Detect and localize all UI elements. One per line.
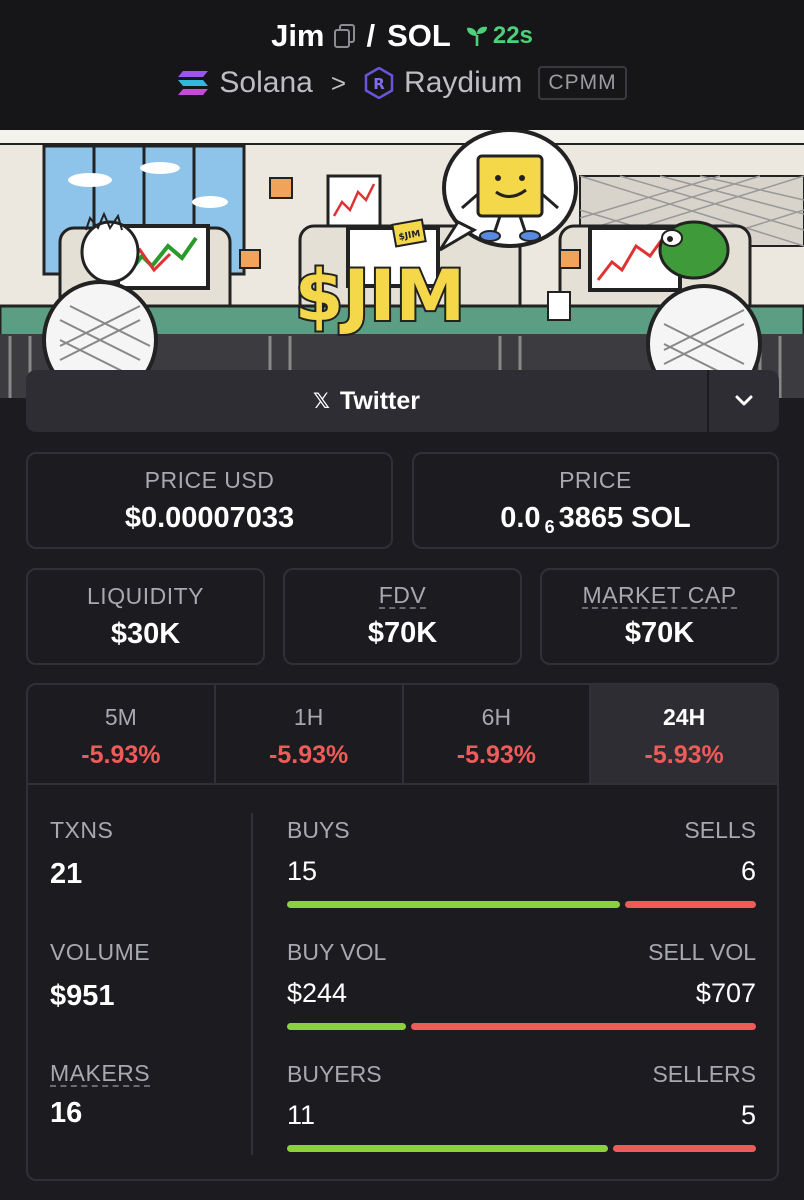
tab-1h[interactable]: 1H -5.93% xyxy=(216,685,404,783)
buys-bar-segment xyxy=(287,901,620,908)
volume-stat: VOLUME $951 xyxy=(50,939,150,1013)
sell-vol-label: SELL VOL xyxy=(648,939,756,965)
breadcrumb-separator: > xyxy=(330,67,347,98)
buyers-label: BUYERS xyxy=(287,1061,382,1087)
price-native-prefix: 0.0 xyxy=(500,502,541,534)
liquidity-value: $30K xyxy=(110,618,181,650)
chevron-down-icon xyxy=(735,395,753,406)
price-native-zero-count: 6 xyxy=(544,517,555,537)
price-usd-label: PRICE USD xyxy=(144,467,275,493)
timeframe-tabs: 5M -5.93% 1H -5.93% 6H -5.93% 24H -5.93% xyxy=(28,685,777,785)
makers-value: 16 xyxy=(50,1097,83,1129)
buyers-sellers-bar xyxy=(287,1145,756,1152)
raydium-icon: R xyxy=(364,67,394,99)
sell-vol-bar-segment xyxy=(410,1023,756,1030)
tab-change: -5.93% xyxy=(644,741,724,769)
social-links-bar: 𝕏 Twitter xyxy=(26,370,779,432)
price-native-suffix: 3865 SOL xyxy=(558,502,691,534)
buys-label: BUYS xyxy=(287,817,350,843)
buys-value: 15 xyxy=(287,856,318,886)
market-cap-label[interactable]: MARKET CAP xyxy=(582,583,737,609)
buy-vol-value: $244 xyxy=(287,978,348,1008)
fdv-value: $70K xyxy=(367,617,438,649)
price-native-label: PRICE xyxy=(559,467,632,493)
token-banner: $JIM $JIM xyxy=(0,130,804,398)
twitter-label: Twitter xyxy=(339,386,420,415)
copy-icon[interactable] xyxy=(333,23,357,49)
quote-symbol: SOL xyxy=(387,18,451,53)
svg-text:R: R xyxy=(373,75,385,93)
makers-label[interactable]: MAKERS xyxy=(50,1061,151,1087)
price-usd-card: PRICE USD $0.00007033 xyxy=(26,452,393,549)
links-dropdown-button[interactable] xyxy=(707,370,779,432)
sell-vol-value: $707 xyxy=(695,978,756,1008)
volume-value: $951 xyxy=(50,980,115,1012)
price-native-value: 0.0 6 3865 SOL xyxy=(414,502,777,538)
solana-icon xyxy=(177,70,209,96)
liquidity-card: LIQUIDITY $30K xyxy=(26,568,265,665)
buy-sell-volume-stat: BUY VOL SELL VOL $244 $707 xyxy=(287,939,756,1030)
buyers-sellers-stat: BUYERS SELLERS 11 5 xyxy=(287,1061,756,1152)
txns-stat: TXNS 21 xyxy=(50,817,113,891)
liquidity-label: LIQUIDITY xyxy=(87,583,204,609)
buyers-value: 11 xyxy=(287,1100,316,1130)
buy-vol-label: BUY VOL xyxy=(287,939,387,965)
fdv-label[interactable]: FDV xyxy=(378,583,427,609)
tab-change: -5.93% xyxy=(269,741,349,769)
sellers-label: SELLERS xyxy=(652,1061,756,1087)
pair-age: 22s xyxy=(465,22,533,50)
x-logo-icon: 𝕏 xyxy=(312,389,330,413)
market-cap-card[interactable]: MARKET CAP $70K xyxy=(540,568,779,665)
pool-type-badge: CPMM xyxy=(538,66,627,100)
tab-label: 5M xyxy=(104,704,137,730)
pair-slash: / xyxy=(366,18,376,53)
pair-title: Jim / SOL 22s xyxy=(0,18,804,54)
buy-vol-bar-segment xyxy=(287,1023,406,1030)
token-symbol: Jim xyxy=(271,18,325,53)
txns-value: 21 xyxy=(50,858,83,890)
price-native-card: PRICE 0.0 6 3865 SOL xyxy=(412,452,779,549)
buy-sell-volume-bar xyxy=(287,1023,756,1030)
fdv-card[interactable]: FDV $70K xyxy=(283,568,522,665)
txns-label: TXNS xyxy=(50,817,114,843)
tab-6h[interactable]: 6H -5.93% xyxy=(404,685,592,783)
buys-sells-stat: BUYS SELLS 15 6 xyxy=(287,817,756,908)
breadcrumb: Solana > R Raydium CPMM xyxy=(0,66,804,100)
sprout-icon xyxy=(466,26,487,46)
price-usd-value: $0.00007033 xyxy=(124,502,295,534)
column-divider xyxy=(251,813,253,1155)
tab-label: 24H xyxy=(663,704,706,730)
volume-label: VOLUME xyxy=(50,939,151,965)
banner-ticker: $JIM xyxy=(295,255,465,337)
sells-value: 6 xyxy=(740,856,756,886)
sells-label: SELLS xyxy=(684,817,756,843)
market-cap-value: $70K xyxy=(624,617,695,649)
chain-link[interactable]: Solana xyxy=(219,66,312,100)
twitter-button[interactable]: 𝕏 Twitter xyxy=(26,370,707,432)
sellers-bar-segment xyxy=(612,1145,756,1152)
tab-label: 1H xyxy=(293,704,324,730)
sells-bar-segment xyxy=(624,901,756,908)
stats-panel: 5M -5.93% 1H -5.93% 6H -5.93% 24H -5.93%… xyxy=(26,683,779,1181)
pair-header: Jim / SOL 22s Solana > R Raydium CPMM xyxy=(0,0,804,130)
tab-5m[interactable]: 5M -5.93% xyxy=(28,685,216,783)
sellers-value: 5 xyxy=(740,1100,756,1130)
age-value: 22s xyxy=(492,22,533,49)
buys-sells-bar xyxy=(287,901,756,908)
tab-change: -5.93% xyxy=(81,741,161,769)
makers-stat: MAKERS 16 xyxy=(50,1061,151,1130)
buyers-bar-segment xyxy=(287,1145,608,1152)
tab-24h[interactable]: 24H -5.93% xyxy=(591,685,777,783)
dex-link[interactable]: Raydium xyxy=(404,66,522,100)
tab-change: -5.93% xyxy=(456,741,536,769)
tab-label: 6H xyxy=(481,704,512,730)
